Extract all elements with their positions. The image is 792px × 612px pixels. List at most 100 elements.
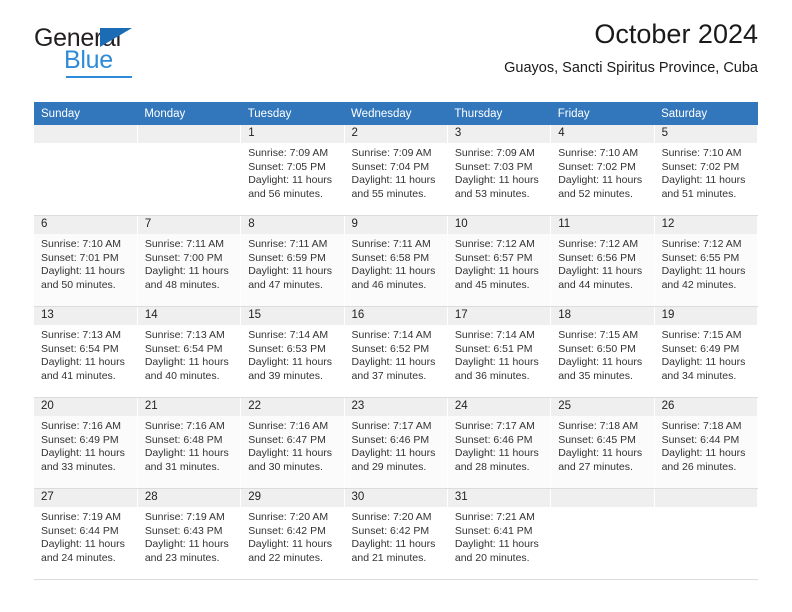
day-daylight-text: Daylight: 11 hours — [661, 356, 746, 369]
day-daylight-text: Daylight: 11 hours — [558, 447, 643, 460]
day-sunset-text: Sunset: 6:46 PM — [351, 433, 430, 446]
day-cell-inner: 11 Sunrise: 7:12 AM Sunset: 6:56 PM Dayligh… — [551, 216, 654, 306]
calendar-day-cell[interactable]: 26 Sunrise: 7:18 AM Sunset: 6:44 PM Dayligh… — [654, 397, 759, 489]
day-cell-body: Sunrise: 7:11 AM Sunset: 7:00 PM Daylight:… — [138, 234, 240, 292]
day-number: 19 — [654, 307, 757, 325]
calendar-day-cell[interactable]: 10 Sunrise: 7:12 AM Sunset: 6:57 PM Dayligh… — [447, 215, 552, 307]
day-sunset-text: Sunset: 6:47 PM — [248, 433, 326, 446]
weekday-header-friday: Friday — [550, 102, 655, 125]
day-number: 8 — [241, 216, 344, 234]
day-number: 14 — [137, 307, 241, 325]
day-cell-body: Sunrise: 7:15 AM Sunset: 6:50 PM Daylight:… — [551, 325, 653, 383]
day-cell-body — [551, 507, 653, 511]
day-sunrise-text: Sunrise: 7:11 AM — [351, 238, 431, 250]
calendar-day-cell[interactable]: 19 Sunrise: 7:15 AM Sunset: 6:49 PM Dayligh… — [654, 306, 759, 398]
day-cell-body: Sunrise: 7:09 AM Sunset: 7:04 PM Daylight:… — [345, 143, 447, 201]
day-number: 7 — [137, 216, 241, 234]
day-daylight-text: Daylight: 11 hours — [351, 265, 436, 278]
day-number: 24 — [447, 398, 551, 416]
day-sunrise-text: Sunrise: 7:16 AM — [248, 420, 329, 432]
calendar-day-cell[interactable]: 11 Sunrise: 7:12 AM Sunset: 6:56 PM Dayligh… — [550, 215, 655, 307]
calendar-day-cell[interactable]: 6 Sunrise: 7:10 AM Sunset: 7:01 PM Daylight… — [34, 215, 138, 307]
calendar-day-cell[interactable]: 8 Sunrise: 7:11 AM Sunset: 6:59 PM Daylight… — [240, 215, 345, 307]
day-sunset-text: Sunset: 6:59 PM — [248, 251, 326, 264]
calendar-day-cell[interactable]: 16 Sunrise: 7:14 AM Sunset: 6:52 PM Dayligh… — [344, 306, 448, 398]
day-number: 15 — [241, 307, 344, 325]
calendar-day-cell[interactable]: 1 Sunrise: 7:09 AM Sunset: 7:05 PM Daylight… — [240, 125, 345, 216]
day-number: 5 — [654, 125, 757, 143]
calendar-day-cell[interactable]: 18 Sunrise: 7:15 AM Sunset: 6:50 PM Dayligh… — [550, 306, 655, 398]
calendar-day-cell[interactable]: 31 Sunrise: 7:21 AM Sunset: 6:41 PM Dayligh… — [447, 488, 552, 580]
day-cell-inner: 18 Sunrise: 7:15 AM Sunset: 6:50 PM Dayligh… — [551, 307, 654, 397]
calendar-day-cell[interactable]: 7 Sunrise: 7:11 AM Sunset: 7:00 PM Daylight… — [137, 215, 242, 307]
day-daylight-text: and 37 minutes. — [351, 369, 427, 382]
day-daylight-text: Daylight: 11 hours — [41, 538, 125, 551]
day-daylight-text: and 41 minutes. — [41, 369, 116, 382]
day-cell-body: Sunrise: 7:19 AM Sunset: 6:43 PM Daylight:… — [138, 507, 240, 565]
day-daylight-text: Daylight: 11 hours — [41, 265, 125, 278]
calendar-day-cell[interactable]: 30 Sunrise: 7:20 AM Sunset: 6:42 PM Dayligh… — [344, 488, 448, 580]
calendar-day-cell[interactable]: 14 Sunrise: 7:13 AM Sunset: 6:54 PM Dayligh… — [137, 306, 242, 398]
day-cell-inner — [137, 125, 241, 215]
calendar-day-cell[interactable]: 27 Sunrise: 7:19 AM Sunset: 6:44 PM Dayligh… — [34, 488, 138, 580]
calendar-page: General Blue October 2024 Guayos, Sancti… — [0, 0, 792, 612]
day-sunset-text: Sunset: 6:42 PM — [248, 524, 326, 537]
day-number: 10 — [447, 216, 551, 234]
day-cell-inner: 21 Sunrise: 7:16 AM Sunset: 6:48 PM Dayligh… — [137, 398, 241, 488]
day-cell-body: Sunrise: 7:19 AM Sunset: 6:44 PM Daylight:… — [34, 507, 137, 565]
calendar-day-cell[interactable]: 24 Sunrise: 7:17 AM Sunset: 6:46 PM Dayligh… — [447, 397, 552, 489]
calendar-day-cell[interactable]: 5 Sunrise: 7:10 AM Sunset: 7:02 PM Daylight… — [654, 125, 759, 216]
day-sunset-text: Sunset: 6:57 PM — [454, 251, 533, 264]
calendar-day-cell[interactable]: 13 Sunrise: 7:13 AM Sunset: 6:54 PM Dayligh… — [34, 306, 138, 398]
calendar-week-row: 6 Sunrise: 7:10 AM Sunset: 7:01 PM Daylight… — [34, 215, 759, 307]
calendar-day-cell[interactable]: 25 Sunrise: 7:18 AM Sunset: 6:45 PM Dayligh… — [550, 397, 655, 489]
calendar-day-cell[interactable]: 2 Sunrise: 7:09 AM Sunset: 7:04 PM Daylight… — [344, 125, 448, 216]
calendar-day-cell[interactable]: 21 Sunrise: 7:16 AM Sunset: 6:48 PM Dayligh… — [137, 397, 242, 489]
day-sunrise-text: Sunrise: 7:10 AM — [41, 238, 121, 250]
day-daylight-text: and 20 minutes. — [454, 551, 530, 564]
calendar-day-cell[interactable]: 29 Sunrise: 7:20 AM Sunset: 6:42 PM Dayligh… — [240, 488, 345, 580]
day-cell-inner: 8 Sunrise: 7:11 AM Sunset: 6:59 PM Daylight… — [241, 216, 344, 306]
day-cell-body: Sunrise: 7:12 AM Sunset: 6:57 PM Daylight:… — [448, 234, 550, 292]
generalblue-logo[interactable]: General Blue — [34, 26, 224, 78]
day-number: 6 — [34, 216, 137, 234]
calendar-day-cell[interactable]: 28 Sunrise: 7:19 AM Sunset: 6:43 PM Dayligh… — [137, 488, 242, 580]
day-cell-body: Sunrise: 7:10 AM Sunset: 7:02 PM Daylight:… — [551, 143, 653, 201]
day-daylight-text: and 27 minutes. — [558, 460, 633, 473]
calendar-day-cell[interactable]: 20 Sunrise: 7:16 AM Sunset: 6:49 PM Dayligh… — [34, 397, 138, 489]
day-sunset-text: Sunset: 6:54 PM — [41, 342, 119, 355]
calendar-day-cell[interactable]: 22 Sunrise: 7:16 AM Sunset: 6:47 PM Dayligh… — [240, 397, 345, 489]
day-cell-body: Sunrise: 7:21 AM Sunset: 6:41 PM Daylight:… — [448, 507, 550, 565]
day-cell-inner: 31 Sunrise: 7:21 AM Sunset: 6:41 PM Dayligh… — [447, 489, 551, 579]
day-daylight-text: Daylight: 11 hours — [144, 265, 229, 278]
day-daylight-text: and 48 minutes. — [144, 278, 220, 291]
calendar-week-row: 20 Sunrise: 7:16 AM Sunset: 6:49 PM Dayligh… — [34, 397, 759, 489]
calendar-week-row: 13 Sunrise: 7:13 AM Sunset: 6:54 PM Dayligh… — [34, 306, 759, 398]
day-cell-body: Sunrise: 7:14 AM Sunset: 6:53 PM Daylight:… — [241, 325, 343, 383]
day-daylight-text: and 45 minutes. — [454, 278, 530, 291]
day-cell-body: Sunrise: 7:11 AM Sunset: 6:59 PM Daylight:… — [241, 234, 343, 292]
day-daylight-text: and 46 minutes. — [351, 278, 427, 291]
day-daylight-text: and 21 minutes. — [351, 551, 427, 564]
calendar-day-cell[interactable]: 15 Sunrise: 7:14 AM Sunset: 6:53 PM Dayligh… — [240, 306, 345, 398]
day-daylight-text: and 26 minutes. — [661, 460, 737, 473]
calendar-day-cell[interactable]: 12 Sunrise: 7:12 AM Sunset: 6:55 PM Dayligh… — [654, 215, 759, 307]
calendar-day-cell[interactable]: 9 Sunrise: 7:11 AM Sunset: 6:58 PM Daylight… — [344, 215, 448, 307]
day-daylight-text: and 56 minutes. — [248, 187, 323, 200]
day-daylight-text: Daylight: 11 hours — [41, 447, 125, 460]
day-cell-inner — [551, 489, 654, 579]
calendar-day-cell[interactable]: 17 Sunrise: 7:14 AM Sunset: 6:51 PM Dayligh… — [447, 306, 552, 398]
day-cell-inner — [34, 125, 137, 215]
day-daylight-text: Daylight: 11 hours — [41, 356, 125, 369]
day-daylight-text: and 24 minutes. — [41, 551, 116, 564]
day-cell-body: Sunrise: 7:09 AM Sunset: 7:05 PM Daylight:… — [241, 143, 343, 201]
day-cell-inner: 6 Sunrise: 7:10 AM Sunset: 7:01 PM Daylight… — [34, 216, 137, 306]
calendar-day-cell[interactable]: 23 Sunrise: 7:17 AM Sunset: 6:46 PM Dayligh… — [344, 397, 448, 489]
day-cell-body: Sunrise: 7:15 AM Sunset: 6:49 PM Daylight:… — [655, 325, 757, 383]
day-cell-inner: 19 Sunrise: 7:15 AM Sunset: 6:49 PM Dayligh… — [654, 307, 757, 397]
calendar-day-cell[interactable]: 3 Sunrise: 7:09 AM Sunset: 7:03 PM Daylight… — [447, 125, 552, 216]
day-sunrise-text: Sunrise: 7:18 AM — [558, 420, 639, 432]
calendar-day-cell[interactable]: 4 Sunrise: 7:10 AM Sunset: 7:02 PM Daylight… — [550, 125, 655, 216]
day-daylight-text: and 34 minutes. — [661, 369, 737, 382]
day-sunset-text: Sunset: 6:49 PM — [41, 433, 119, 446]
